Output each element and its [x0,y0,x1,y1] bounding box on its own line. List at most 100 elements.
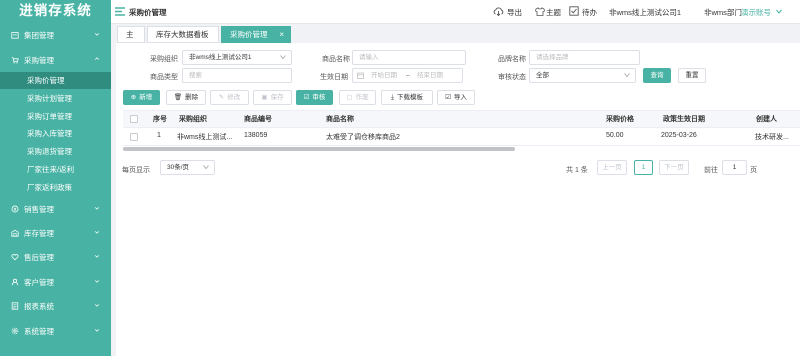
cell-org: 非wms线上测试... [177,134,233,141]
calendar-icon [357,72,364,79]
sidebar-item-purchase-order[interactable]: 采购订单管理 [0,108,111,125]
sidebar-group-report-system[interactable]: 报表系统 [0,297,111,315]
audit-status-select[interactable]: 全部 [529,68,636,83]
date-end-input[interactable]: 结束日期 [417,69,443,82]
app-logo: 进销存系统 [19,3,92,18]
sidebar-group-label: 报表系统 [24,301,54,311]
save-icon: ▣ [261,94,268,101]
tab-label: 采购价管理 [230,30,268,39]
chevron-down-icon [94,304,100,307]
sidebar-group-customer-management[interactable]: 客户管理 [0,273,111,291]
product-type-select[interactable]: 搜索 [182,68,292,83]
sidebar-group-label: 采购管理 [24,55,54,65]
delete-button[interactable]: 🗑 删除 [166,90,206,105]
page-size-label: 每页显示 [122,167,150,174]
product-name-input[interactable]: 请输入 [352,50,466,65]
brand-select[interactable]: 请选择品牌 [529,50,640,65]
filter-date-label: 生效日期 [320,74,348,81]
prev-page-button[interactable]: 上一页 [597,160,627,175]
shirt-icon[interactable] [535,7,545,16]
settings-icon [11,327,19,335]
select-all-checkbox[interactable] [130,115,138,123]
reset-button[interactable]: 重置 [678,68,706,83]
filter-type-label: 商品类型 [150,74,178,81]
delete-button-label: 删除 [185,94,199,101]
cell-date: 2025-03-26 [661,132,697,139]
chevron-down-icon[interactable] [776,9,782,14]
sidebar-group-purchase-management[interactable]: 采购管理 [0,51,111,69]
download-template-label: 下载模板 [396,94,423,101]
sidebar-group-label: 销售管理 [24,204,54,214]
page-size-value: 30条/页 [167,164,190,171]
sidebar-group-after-sales[interactable]: 售后管理 [0,248,111,266]
cell-name: 太难受了调仓移库商品2 [326,134,400,141]
save-button[interactable]: ▣ 保存 [253,90,292,105]
sidebar-group-label: 集团管理 [24,30,54,40]
current-department[interactable]: 非wms部门 [704,7,742,18]
chevron-down-icon [94,231,100,234]
sidebar-item-purchase-plan[interactable]: 采购计划管理 [0,90,111,107]
row-checkbox[interactable] [130,133,138,141]
todo-icon[interactable] [569,6,579,16]
total-count: 共 1 条 [566,167,588,174]
page-size-select[interactable]: 30条/页 [160,160,215,175]
edit-icon: ✎ [218,94,225,101]
current-page[interactable]: 1 [634,160,653,175]
sidebar-group-label: 售后管理 [24,252,54,262]
audit-button[interactable]: ☑ 审核 [296,90,333,105]
todo-button[interactable]: 待办 [582,7,597,18]
sidebar-item-purchase-price[interactable]: 采购价管理 [0,72,111,89]
edit-button[interactable]: ✎ 修改 [210,90,249,105]
sidebar-group-inventory-management[interactable]: 库存管理 [0,224,111,242]
org-select[interactable]: 非wms线上测试公司1 [182,50,292,65]
import-button[interactable]: ☑ 导入 [437,90,475,105]
sidebar-group-label: 系统管理 [24,326,54,336]
chevron-down-icon [94,207,100,210]
sidebar-group-sales-management[interactable]: 销售管理 [0,200,111,218]
download-template-button[interactable]: ⤓ 下载模板 [381,90,433,105]
org-select-value: 非wms线上测试公司1 [189,54,252,61]
report-icon [11,302,19,310]
current-company[interactable]: 非wms线上测试公司1 [609,7,681,18]
download-icon: ⤓ [391,94,394,101]
cart-icon [11,56,19,64]
sidebar-group-system-management[interactable]: 系统管理 [0,322,111,340]
sidebar-group-group-management[interactable]: 集团管理 [0,26,111,44]
export-button[interactable]: 导出 [507,7,522,18]
import-icon: ☑ [445,94,451,101]
tab-inventory-dashboard[interactable]: 库存大数据看板 [147,26,219,43]
horizontal-scrollbar[interactable] [123,147,515,151]
account-name[interactable]: 演示账号 [741,7,771,18]
plus-circle-icon: ⊕ [130,94,137,101]
import-button-label: 导入 [453,94,467,101]
menu-toggle-icon[interactable] [115,7,125,16]
sidebar-item-purchase-inbound[interactable]: 采购入库管理 [0,125,111,142]
theme-button[interactable]: 主题 [546,7,561,18]
audit-button-label: 审核 [312,94,326,101]
cloud-download-icon[interactable] [493,7,504,16]
tab-home[interactable]: 主页 [117,26,145,55]
sales-icon [11,205,19,213]
void-button[interactable]: ▢ 作废 [339,90,376,105]
add-button[interactable]: ⊕ 新增 [123,90,160,105]
query-button[interactable]: 查询 [643,68,671,83]
close-icon[interactable]: × [279,27,284,43]
tab-purchase-price[interactable]: 采购价管理 × [221,26,291,43]
chevron-down-icon [94,33,100,36]
warehouse-icon [11,229,19,237]
filter-product-name-label: 商品名称 [322,56,350,63]
sidebar-item-vendor-rebate[interactable]: 厂家往来/返利 [0,161,111,178]
page-title: 采购价管理 [129,8,167,17]
heart-icon [11,253,19,261]
goto-page-input[interactable]: 1 [722,160,747,175]
sidebar-item-rebate-policy[interactable]: 厂家返利政策 [0,179,111,196]
next-page-button[interactable]: 下一页 [659,160,689,175]
date-start-input[interactable]: 开始日期 [371,69,397,82]
check-square-icon: ☑ [303,94,310,101]
chevron-down-icon [94,329,100,332]
sidebar-item-purchase-return[interactable]: 采购退货管理 [0,143,111,160]
chevron-down-icon [203,165,209,170]
customer-icon [11,278,19,286]
column-header-code: 商品编号 [244,116,272,123]
date-range-picker[interactable]: 开始日期 – 结束日期 [352,68,463,83]
